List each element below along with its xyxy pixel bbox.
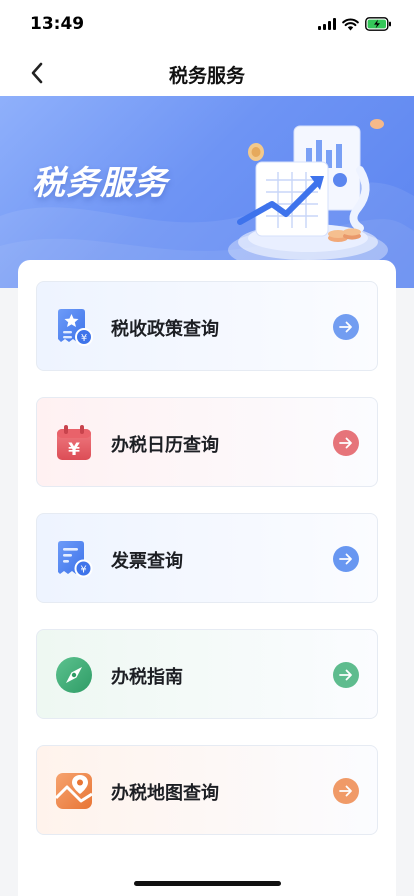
status-icons <box>318 17 392 31</box>
map-icon <box>55 773 93 809</box>
home-indicator <box>134 881 281 886</box>
arrow-right-icon <box>333 662 359 688</box>
service-label: 办税指南 <box>111 667 183 688</box>
compass-icon <box>56 657 92 693</box>
arrow-right-icon <box>333 546 359 572</box>
banner-title: 税务服务 <box>32 163 168 202</box>
svg-text:¥: ¥ <box>81 333 87 344</box>
service-label: 发票查询 <box>111 551 183 572</box>
page-title: 税务服务 <box>168 65 245 87</box>
service-item-invoice-query[interactable]: ¥ 发票查询 <box>36 513 378 603</box>
arrow-right-icon <box>333 314 359 340</box>
wifi-icon <box>342 17 359 30</box>
service-item-tax-policy-query[interactable]: ¥ 税收政策查询 <box>36 281 378 371</box>
svg-text:¥: ¥ <box>68 440 80 460</box>
arrow-right-icon <box>333 430 359 456</box>
service-card: ¥ 税收政策查询 ¥ 办税日历查询 ¥ 发票查询 办税指南 办税地图查询 <box>18 260 396 896</box>
invoice-icon: ¥ <box>58 541 93 578</box>
service-label: 办税地图查询 <box>111 783 219 804</box>
service-item-tax-map-query[interactable]: 办税地图查询 <box>36 745 378 835</box>
finance-report-illustration <box>228 119 388 272</box>
cellular-signal-icon <box>318 18 336 30</box>
service-label: 税收政策查询 <box>111 319 219 340</box>
policy-document-icon: ¥ <box>58 309 93 346</box>
calendar-icon: ¥ <box>57 425 91 460</box>
status-bar: 13:49 <box>0 0 414 50</box>
arrow-right-icon <box>333 778 359 804</box>
status-time: 13:49 <box>30 14 85 34</box>
navigation-bar: 税务服务 <box>0 50 414 96</box>
battery-charging-icon <box>365 17 391 31</box>
svg-text:¥: ¥ <box>80 565 86 576</box>
service-item-tax-calendar-query[interactable]: ¥ 办税日历查询 <box>36 397 378 487</box>
service-item-tax-guide[interactable]: 办税指南 <box>36 629 378 719</box>
service-label: 办税日历查询 <box>111 435 219 456</box>
